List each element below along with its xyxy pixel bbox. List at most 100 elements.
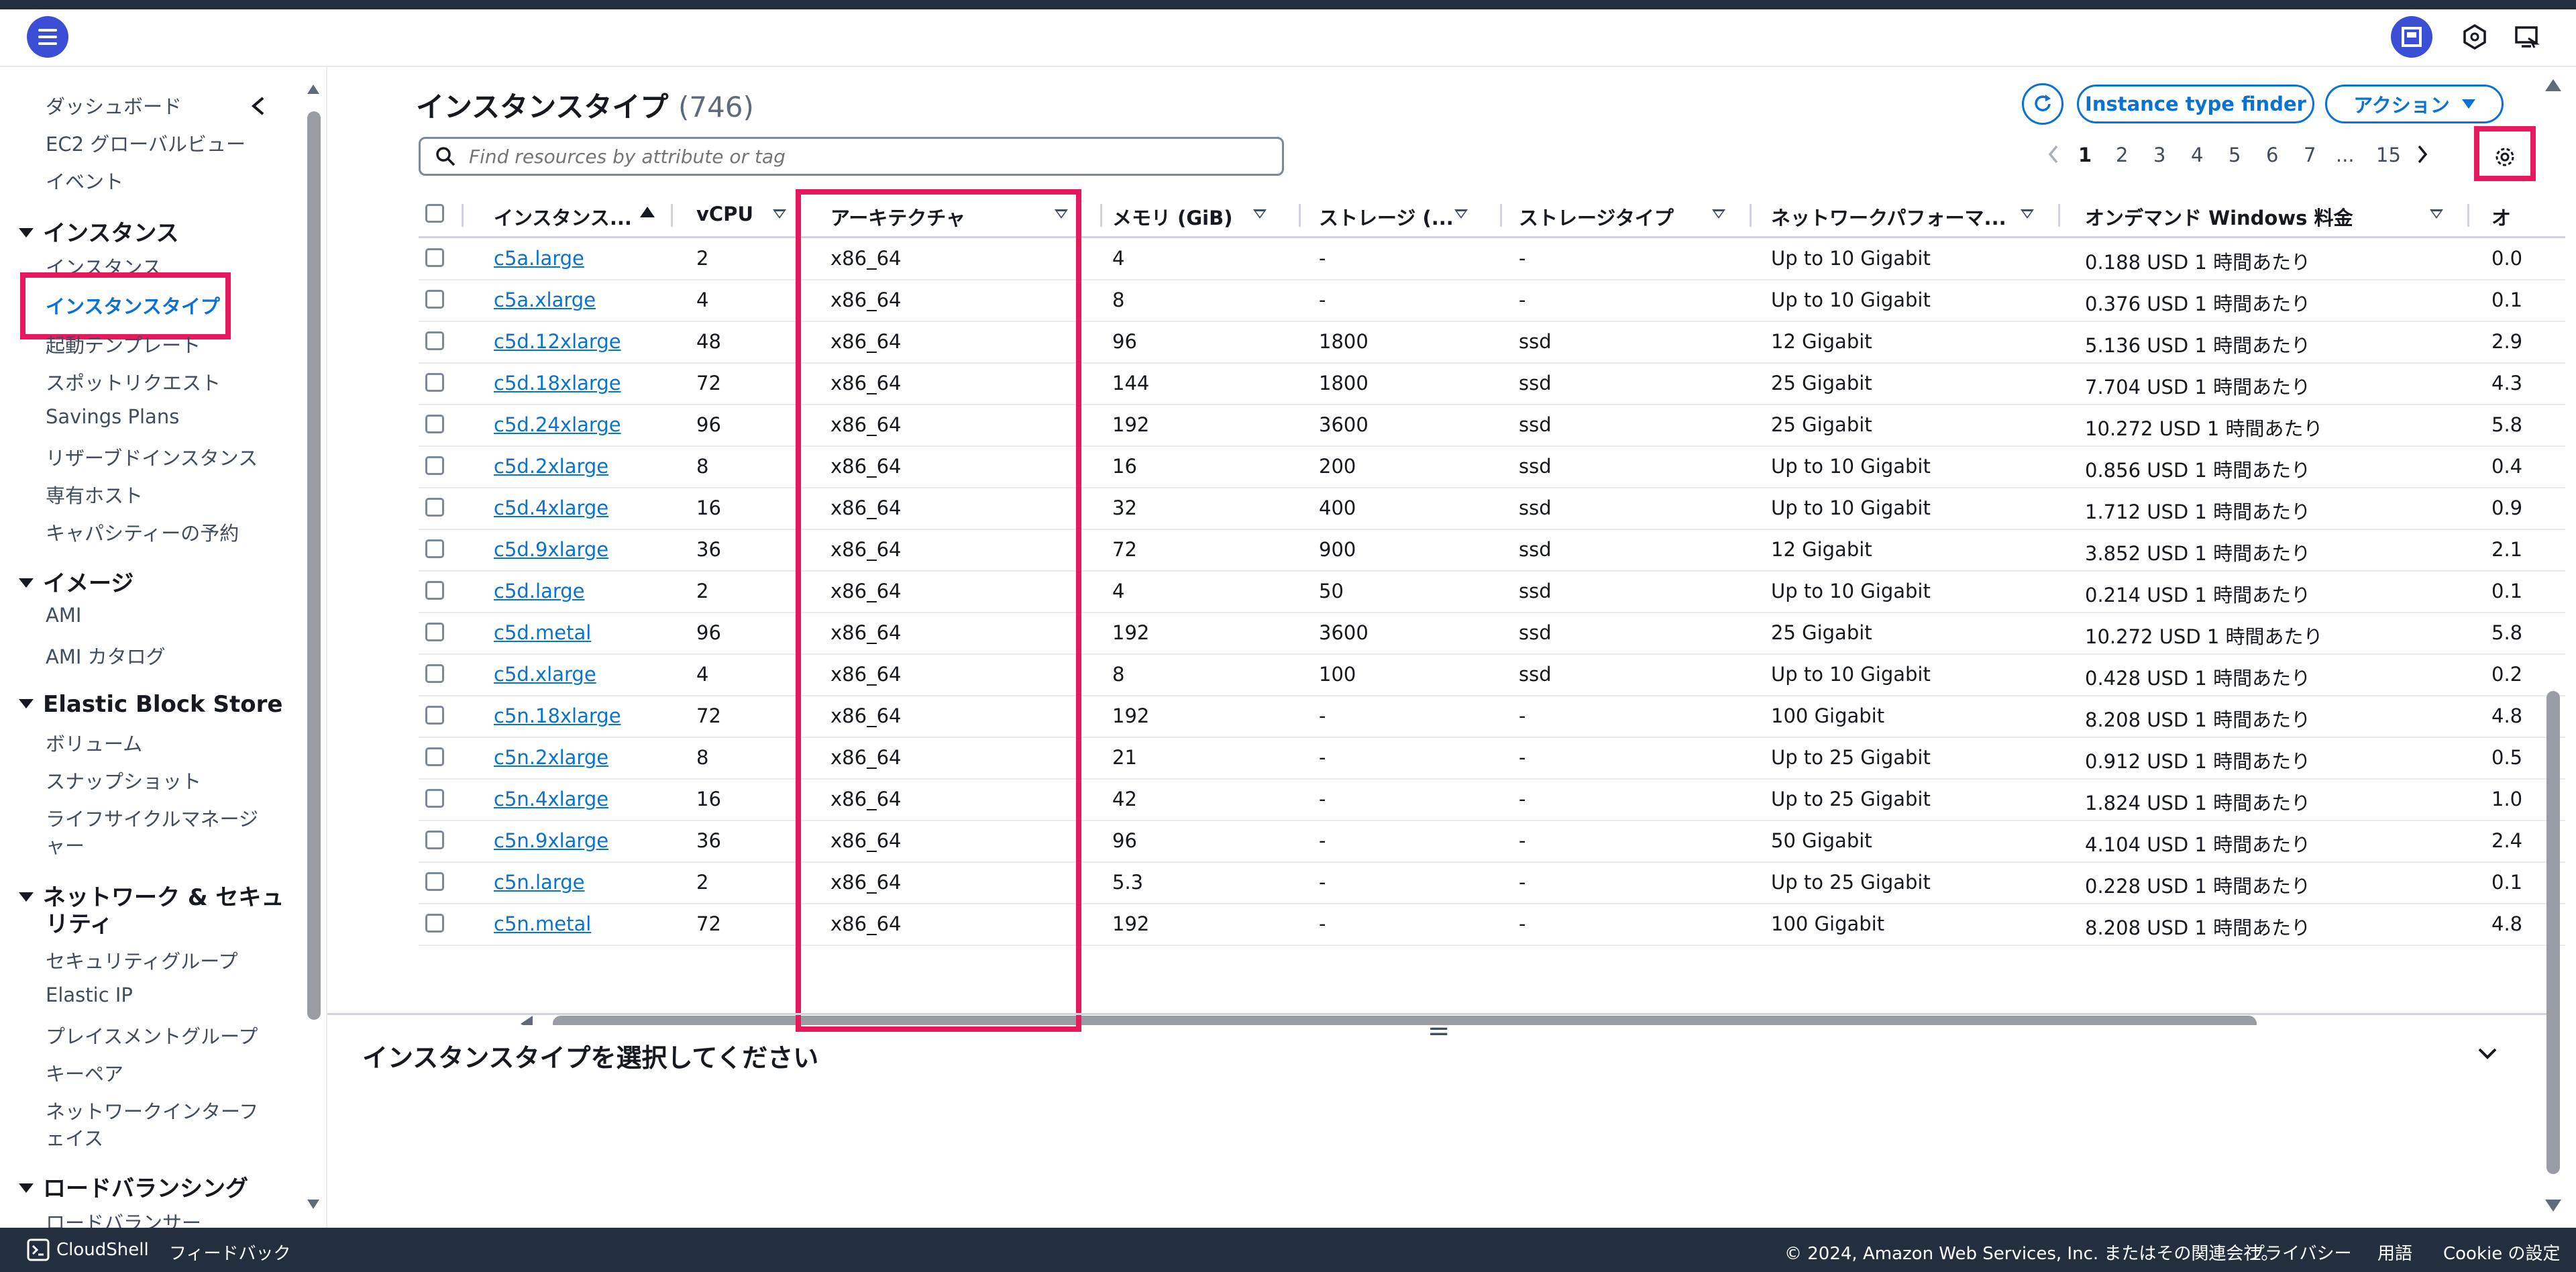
pager-page-2[interactable]: 2 [2116, 144, 2128, 166]
cookie-settings-link[interactable]: Cookie の設定 [2443, 1240, 2561, 1265]
sidebar-section-instances[interactable]: インスタンス [19, 215, 179, 248]
col-storage[interactable]: ストレージ (... [1319, 203, 1454, 231]
row-checkbox[interactable] [425, 789, 444, 808]
instance-type-link[interactable]: c5d.2xlarge [494, 455, 608, 478]
hex-icon[interactable] [2454, 16, 2496, 58]
sidebar-item-reserved-instances[interactable]: リザーブドインスタンス [46, 443, 258, 471]
sidebar-item-savings-plans[interactable]: Savings Plans [46, 405, 179, 428]
instance-type-link[interactable]: c5n.large [494, 871, 584, 894]
pager-page-3[interactable]: 3 [2153, 144, 2165, 166]
sidebar-item-key-pairs[interactable]: キーペア [46, 1059, 123, 1087]
instance-type-link[interactable]: c5d.18xlarge [494, 372, 621, 394]
pager-page-4[interactable]: 4 [2191, 144, 2203, 166]
row-checkbox[interactable] [425, 290, 444, 309]
actions-dropdown-button[interactable]: アクション [2325, 85, 2504, 123]
filter-icon[interactable] [1253, 209, 1267, 219]
instance-type-link[interactable]: c5a.large [494, 247, 584, 270]
row-checkbox[interactable] [425, 706, 444, 725]
sidebar-item-launch-templates[interactable]: 起動テンプレート [46, 330, 201, 358]
instance-type-link[interactable]: c5d.xlarge [494, 663, 596, 686]
filter-icon[interactable] [1454, 209, 1468, 219]
instance-type-link[interactable]: c5n.9xlarge [494, 829, 608, 852]
row-checkbox[interactable] [425, 498, 444, 517]
sidebar-item-ami-catalog[interactable]: AMI カタログ [46, 641, 166, 670]
instance-type-link[interactable]: c5n.18xlarge [494, 704, 621, 727]
feedback-link[interactable]: フィードバック [169, 1240, 290, 1265]
instance-type-link[interactable]: c5n.2xlarge [494, 746, 608, 769]
row-checkbox[interactable] [425, 581, 444, 600]
instance-type-link[interactable]: c5a.xlarge [494, 288, 596, 311]
refresh-button[interactable] [2022, 83, 2063, 125]
row-checkbox[interactable] [425, 831, 444, 849]
sidebar-item-network-interfaces-line2[interactable]: ェイス [46, 1123, 103, 1151]
col-network-performance[interactable]: ネットワークパフォーマ... [1771, 203, 2006, 231]
sidebar-item-load-balancers[interactable]: ロードバランサー [46, 1208, 201, 1228]
row-checkbox[interactable] [425, 872, 444, 891]
sidebar-item-dedicated-hosts[interactable]: 専有ホスト [46, 480, 143, 509]
col-storage-type[interactable]: ストレージタイプ [1519, 203, 1674, 231]
row-checkbox[interactable] [425, 331, 444, 350]
filter-icon[interactable] [1712, 209, 1725, 219]
instance-type-finder-button[interactable]: Instance type finder [2077, 85, 2314, 123]
chevron-down-icon[interactable] [2474, 1044, 2501, 1067]
sidebar-item-capacity-reservations[interactable]: キャパシティーの予約 [46, 518, 239, 546]
search-bar[interactable] [419, 137, 1284, 176]
sidebar-item-lifecycle-manager-line2[interactable]: ャー [46, 831, 85, 859]
pager-next-icon[interactable] [2414, 141, 2431, 172]
pager-page-6[interactable]: 6 [2266, 144, 2278, 166]
sidebar-item-lifecycle-manager[interactable]: ライフサイクルマネージ [46, 804, 258, 832]
instance-type-link[interactable]: c5n.4xlarge [494, 788, 608, 810]
instance-type-link[interactable]: c5d.large [494, 580, 585, 602]
sidebar-item-elastic-ip[interactable]: Elastic IP [46, 984, 133, 1006]
terms-link[interactable]: 用語 [2377, 1240, 2412, 1265]
sidebar-item-network-interfaces[interactable]: ネットワークインターフ [46, 1096, 258, 1124]
row-checkbox[interactable] [425, 415, 444, 433]
instance-type-link[interactable]: c5d.12xlarge [494, 330, 621, 353]
page-scrollbar-thumb[interactable] [2546, 691, 2560, 1174]
pager-page-15[interactable]: 15 [2376, 144, 2401, 166]
row-checkbox[interactable] [425, 914, 444, 933]
sidebar-item-events[interactable]: イベント [46, 166, 123, 195]
pager-prev-icon[interactable] [2045, 141, 2062, 172]
sidebar-section-ebs[interactable]: Elastic Block Store [19, 691, 282, 718]
filter-icon[interactable] [773, 209, 786, 219]
col-instance-type[interactable]: インスタンス... [494, 203, 632, 231]
sidebar-item-security-groups[interactable]: セキュリティグループ [46, 946, 238, 974]
row-checkbox[interactable] [425, 623, 444, 641]
collapse-sidebar-icon[interactable] [248, 93, 268, 119]
pager-page-5[interactable]: 5 [2229, 144, 2241, 166]
scroll-left-icon[interactable] [521, 1016, 533, 1025]
sidebar-item-dashboard[interactable]: ダッシュボード [46, 91, 182, 119]
sidebar-section-load-balancing[interactable]: ロードバランシング [19, 1170, 248, 1203]
menu-icon[interactable] [27, 16, 68, 58]
sidebar-item-volumes[interactable]: ボリューム [46, 729, 142, 757]
sidebar-item-spot-requests[interactable]: スポットリクエスト [46, 368, 221, 396]
pager-page-1[interactable]: 1 [2078, 144, 2092, 166]
filter-icon[interactable] [2430, 209, 2443, 219]
instance-type-link[interactable]: c5d.metal [494, 621, 591, 644]
privacy-link[interactable]: プライバシー [2247, 1240, 2351, 1265]
instance-type-link[interactable]: c5d.4xlarge [494, 496, 608, 519]
sidebar-item-snapshots[interactable]: スナップショット [46, 766, 201, 794]
split-divider[interactable] [327, 1013, 2555, 1015]
monitor-icon[interactable] [2506, 16, 2548, 58]
row-checkbox[interactable] [425, 539, 444, 558]
filter-icon[interactable] [2021, 209, 2034, 219]
row-checkbox[interactable] [425, 664, 444, 683]
panel-icon[interactable] [2391, 16, 2432, 58]
sidebar-section-images[interactable]: イメージ [19, 565, 133, 598]
pager-page-7[interactable]: 7 [2304, 144, 2316, 166]
sidebar-section-network-security-line2[interactable]: リティ [46, 906, 113, 939]
sort-asc-icon[interactable] [640, 207, 655, 217]
row-checkbox[interactable] [425, 747, 444, 766]
scroll-up-icon[interactable] [2545, 79, 2561, 91]
col-windows-price[interactable]: オンデマンド Windows 料金 [2085, 203, 2353, 231]
instance-type-link[interactable]: c5d.24xlarge [494, 413, 621, 436]
instance-type-link[interactable]: c5n.metal [494, 912, 591, 935]
sidebar-scrollbar-thumb[interactable] [307, 111, 321, 1020]
cloudshell-button[interactable]: CloudShell [56, 1240, 149, 1260]
col-memory[interactable]: メモリ (GiB) [1112, 203, 1232, 231]
col-vcpu[interactable]: vCPU [696, 203, 753, 225]
row-checkbox[interactable] [425, 248, 444, 267]
search-input[interactable] [468, 144, 1262, 168]
